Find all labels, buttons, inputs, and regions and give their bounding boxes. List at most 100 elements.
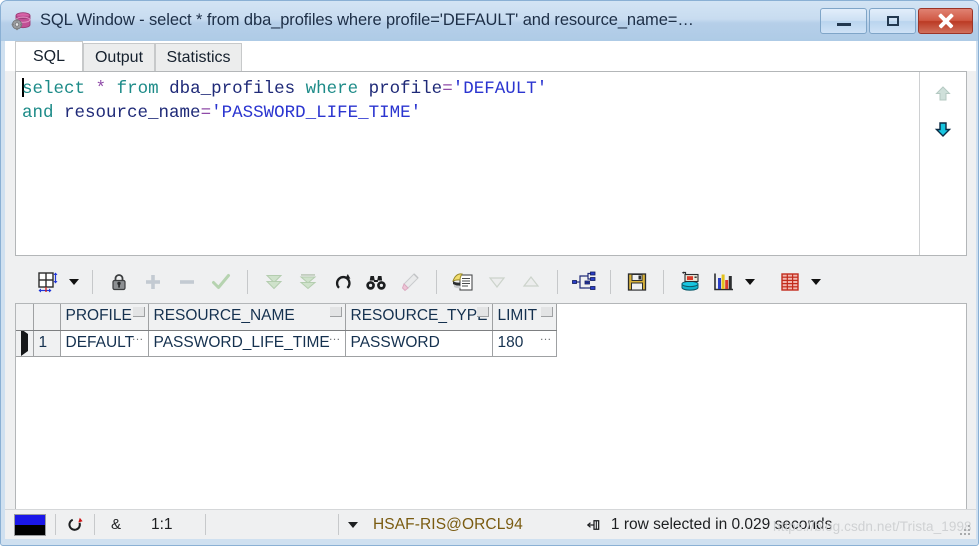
save-button[interactable]	[620, 267, 654, 297]
arrow-up-icon	[935, 86, 951, 101]
chevron-down-icon	[745, 279, 755, 285]
triangle-up-icon	[522, 276, 540, 287]
row-selection-indicator[interactable]	[16, 330, 34, 357]
sort-descending-button	[480, 267, 514, 297]
insert-mode-icon	[14, 513, 46, 536]
tab-strip: SQL Output Statistics	[5, 41, 976, 71]
connection-label[interactable]: HSAF-RIS@ORCL94	[367, 512, 529, 538]
column-resize-handle[interactable]	[329, 307, 342, 317]
toolbar-separator	[436, 270, 437, 294]
check-icon	[212, 274, 230, 289]
cell-limit[interactable]: 180	[492, 330, 557, 357]
column-resize-handle[interactable]	[132, 307, 145, 317]
table-view-dropdown[interactable]	[807, 267, 825, 297]
column-header-resource-type[interactable]: RESOURCE_TYPE	[345, 304, 493, 331]
column-header-limit[interactable]: LIMIT	[492, 304, 557, 331]
sql-token: =	[442, 79, 453, 99]
column-header-label: PROFILE	[65, 307, 132, 325]
grid-layout-dropdown[interactable]	[65, 267, 83, 297]
maximize-icon	[886, 16, 899, 26]
result-grid[interactable]: PROFILE RESOURCE_NAME RESOURCE_TYPE LIMI…	[15, 303, 967, 529]
table-view-button[interactable]	[773, 267, 807, 297]
toolbar-separator	[610, 270, 611, 294]
sort-ascending-button	[514, 267, 548, 297]
status-bar: & 1:1 HSAF-RIS@ORCL94 1 row selected in …	[5, 509, 976, 539]
close-button[interactable]	[918, 8, 973, 34]
row-indicator-header	[16, 304, 34, 331]
substitution-variable-indicator[interactable]: &	[95, 512, 137, 538]
column-header-label: LIMIT	[497, 307, 538, 325]
statement-navigator	[919, 72, 966, 255]
minus-icon	[180, 280, 194, 284]
sql-token: profile	[368, 79, 443, 99]
table-grid-icon	[781, 273, 799, 291]
column-resize-handle[interactable]	[476, 307, 489, 317]
window-controls	[820, 8, 973, 34]
find-button[interactable]	[359, 267, 393, 297]
cell-resource-type[interactable]: PASSWORD	[345, 330, 493, 357]
grid-layout-icon	[38, 272, 58, 293]
connection-dropdown[interactable]	[339, 512, 367, 538]
fetch-last-page-button	[291, 267, 325, 297]
sql-token: 'PASSWORD_LIFE_TIME'	[211, 103, 422, 123]
export-data-button[interactable]	[673, 267, 707, 297]
rollback-button[interactable]	[56, 512, 94, 538]
refresh-button[interactable]	[325, 267, 359, 297]
chart-button[interactable]	[707, 267, 741, 297]
result-table: PROFILE RESOURCE_NAME RESOURCE_TYPE LIMI…	[16, 304, 557, 357]
current-row-arrow-icon	[21, 330, 28, 355]
rollback-icon	[68, 517, 83, 531]
cell-profile[interactable]: DEFAULT	[60, 330, 149, 357]
resize-grip[interactable]	[960, 525, 971, 536]
double-chevron-down-icon	[265, 275, 283, 290]
chart-dropdown[interactable]	[741, 267, 759, 297]
tab-output[interactable]: Output	[83, 43, 155, 71]
tab-sql[interactable]: SQL	[15, 41, 83, 71]
highlighter-icon	[401, 273, 419, 292]
next-statement-button[interactable]	[933, 119, 953, 139]
minimize-button[interactable]	[820, 8, 867, 34]
column-resize-handle[interactable]	[540, 307, 553, 317]
result-toolbar	[15, 263, 967, 301]
toolbar-separator	[247, 270, 248, 294]
table-header-row: PROFILE RESOURCE_NAME RESOURCE_TYPE LIMI…	[16, 304, 557, 331]
column-header-label: RESOURCE_NAME	[153, 307, 295, 325]
maximize-button[interactable]	[869, 8, 916, 34]
row-number-header	[33, 304, 61, 331]
fetch-next-page-button	[257, 267, 291, 297]
pin-result-button[interactable]	[581, 512, 607, 538]
tab-statistics[interactable]: Statistics	[155, 43, 242, 71]
sql-token: where	[305, 79, 359, 99]
save-floppy-icon	[627, 273, 647, 291]
sql-editor[interactable]: select * from dba_profiles where profile…	[16, 72, 919, 255]
table-row[interactable]: 1 DEFAULT PASSWORD_LIFE_TIME PASSWORD 18…	[16, 330, 557, 357]
post-changes-button	[204, 267, 238, 297]
sql-token: from	[116, 79, 159, 99]
grid-layout-button[interactable]	[31, 267, 65, 297]
client-area: SQL Output Statistics select * from dba_…	[5, 41, 976, 539]
previous-statement-button[interactable]	[933, 84, 953, 104]
sql-token: select	[22, 79, 86, 99]
sql-token: and	[22, 103, 54, 123]
title-bar[interactable]: SQL Window - select * from dba_profiles …	[1, 1, 978, 41]
export-data-icon	[681, 271, 699, 291]
column-header-profile[interactable]: PROFILE	[60, 304, 149, 331]
sql-token: =	[200, 103, 212, 123]
copy-to-clipboard-icon	[452, 273, 473, 291]
sql-token: dba_profiles	[169, 79, 296, 99]
pin-icon	[586, 519, 600, 530]
toolbar-separator	[557, 270, 558, 294]
copy-to-clipboard-button[interactable]	[446, 267, 480, 297]
sql-token: 'DEFAULT'	[452, 79, 548, 99]
sql-token: resource_name	[64, 103, 201, 123]
cell-resource-name[interactable]: PASSWORD_LIFE_TIME	[148, 330, 346, 357]
lock-icon	[112, 274, 126, 291]
insert-record-button	[136, 267, 170, 297]
explain-plan-icon	[572, 271, 596, 290]
chevron-down-icon	[811, 279, 821, 285]
toolbar-separator	[92, 270, 93, 294]
insert-mode-button[interactable]	[5, 512, 55, 538]
explain-plan-button[interactable]	[567, 267, 601, 297]
column-header-resource-name[interactable]: RESOURCE_NAME	[148, 304, 346, 331]
lock-record-button[interactable]	[102, 267, 136, 297]
